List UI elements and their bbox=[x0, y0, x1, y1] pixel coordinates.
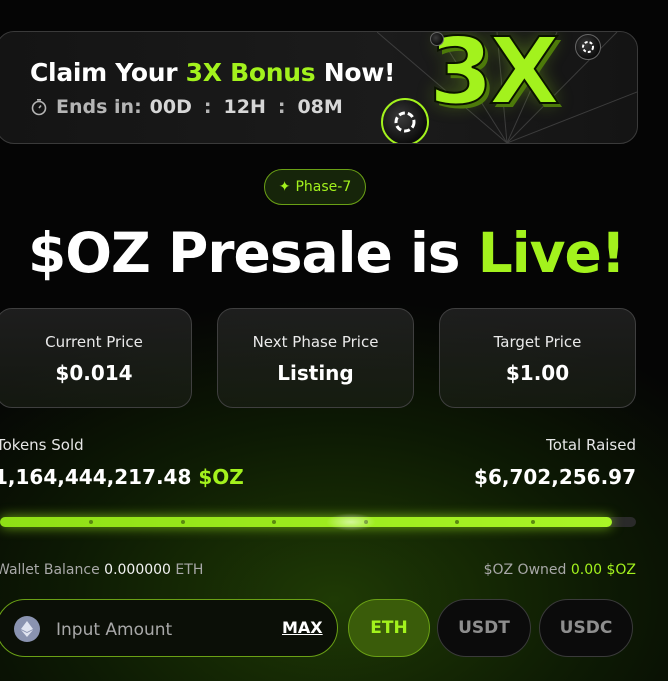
total-raised-value: $6,702,256.97 bbox=[474, 465, 636, 489]
current-price-value: $0.014 bbox=[55, 361, 133, 385]
progress-tick bbox=[455, 520, 459, 524]
next-phase-price-card: Next Phase Price Listing bbox=[217, 308, 414, 408]
oz-owned: $OZ Owned 0.00 $OZ bbox=[483, 562, 636, 578]
oz-logo-icon bbox=[381, 98, 429, 143]
progress-tick bbox=[272, 520, 276, 524]
target-price-value: $1.00 bbox=[505, 361, 570, 385]
amount-input[interactable] bbox=[54, 614, 268, 646]
wallet-balance: Wallet Balance 0.000000 ETH bbox=[0, 562, 204, 578]
current-price-label: Current Price bbox=[45, 333, 143, 351]
sparkle-icon: ✦ bbox=[278, 179, 291, 195]
currency-usdc-button[interactable]: USDC bbox=[539, 599, 633, 657]
max-button[interactable]: MAX bbox=[282, 618, 323, 637]
countdown-timer: Ends in: 00D : 12H : 08M bbox=[30, 96, 343, 118]
currency-eth-button[interactable]: ETH bbox=[348, 599, 430, 657]
timer-minutes: 08M bbox=[297, 96, 343, 118]
tokens-sold-value: 1,164,444,217.48 $OZ bbox=[0, 465, 244, 489]
target-price-card: Target Price $1.00 bbox=[439, 308, 636, 408]
banner-title: Claim Your 3X Bonus Now! bbox=[30, 58, 396, 87]
bonus-3x-graphic: 3X bbox=[428, 31, 561, 125]
amount-input-container[interactable]: MAX bbox=[0, 599, 338, 657]
tokens-sold-label: Tokens Sold bbox=[0, 436, 84, 454]
current-price-card: Current Price $0.014 bbox=[0, 308, 192, 408]
stopwatch-icon bbox=[31, 98, 47, 116]
phase-badge: ✦ Phase-7 bbox=[264, 169, 366, 205]
progress-tick bbox=[181, 520, 185, 524]
progress-tick bbox=[89, 520, 93, 524]
target-price-label: Target Price bbox=[493, 333, 582, 351]
oz-logo-small-icon bbox=[575, 34, 601, 60]
next-phase-price-value: Listing bbox=[277, 361, 354, 385]
progress-glow bbox=[326, 513, 376, 531]
next-phase-price-label: Next Phase Price bbox=[252, 333, 379, 351]
timer-hours: 12H bbox=[223, 96, 266, 118]
oz-logo-tiny-icon bbox=[430, 32, 444, 46]
eth-icon bbox=[14, 616, 40, 642]
timer-days: 00D bbox=[149, 96, 192, 118]
page-title: $OZ Presale is Live! bbox=[28, 221, 626, 285]
timer-label: Ends in: bbox=[56, 96, 142, 118]
total-raised-label: Total Raised bbox=[546, 436, 636, 454]
currency-usdt-button[interactable]: USDT bbox=[437, 599, 531, 657]
bonus-banner[interactable]: Claim Your 3X Bonus Now! Ends in: 00D : … bbox=[0, 31, 638, 144]
progress-tick bbox=[531, 520, 535, 524]
presale-progress-bar bbox=[0, 513, 636, 531]
